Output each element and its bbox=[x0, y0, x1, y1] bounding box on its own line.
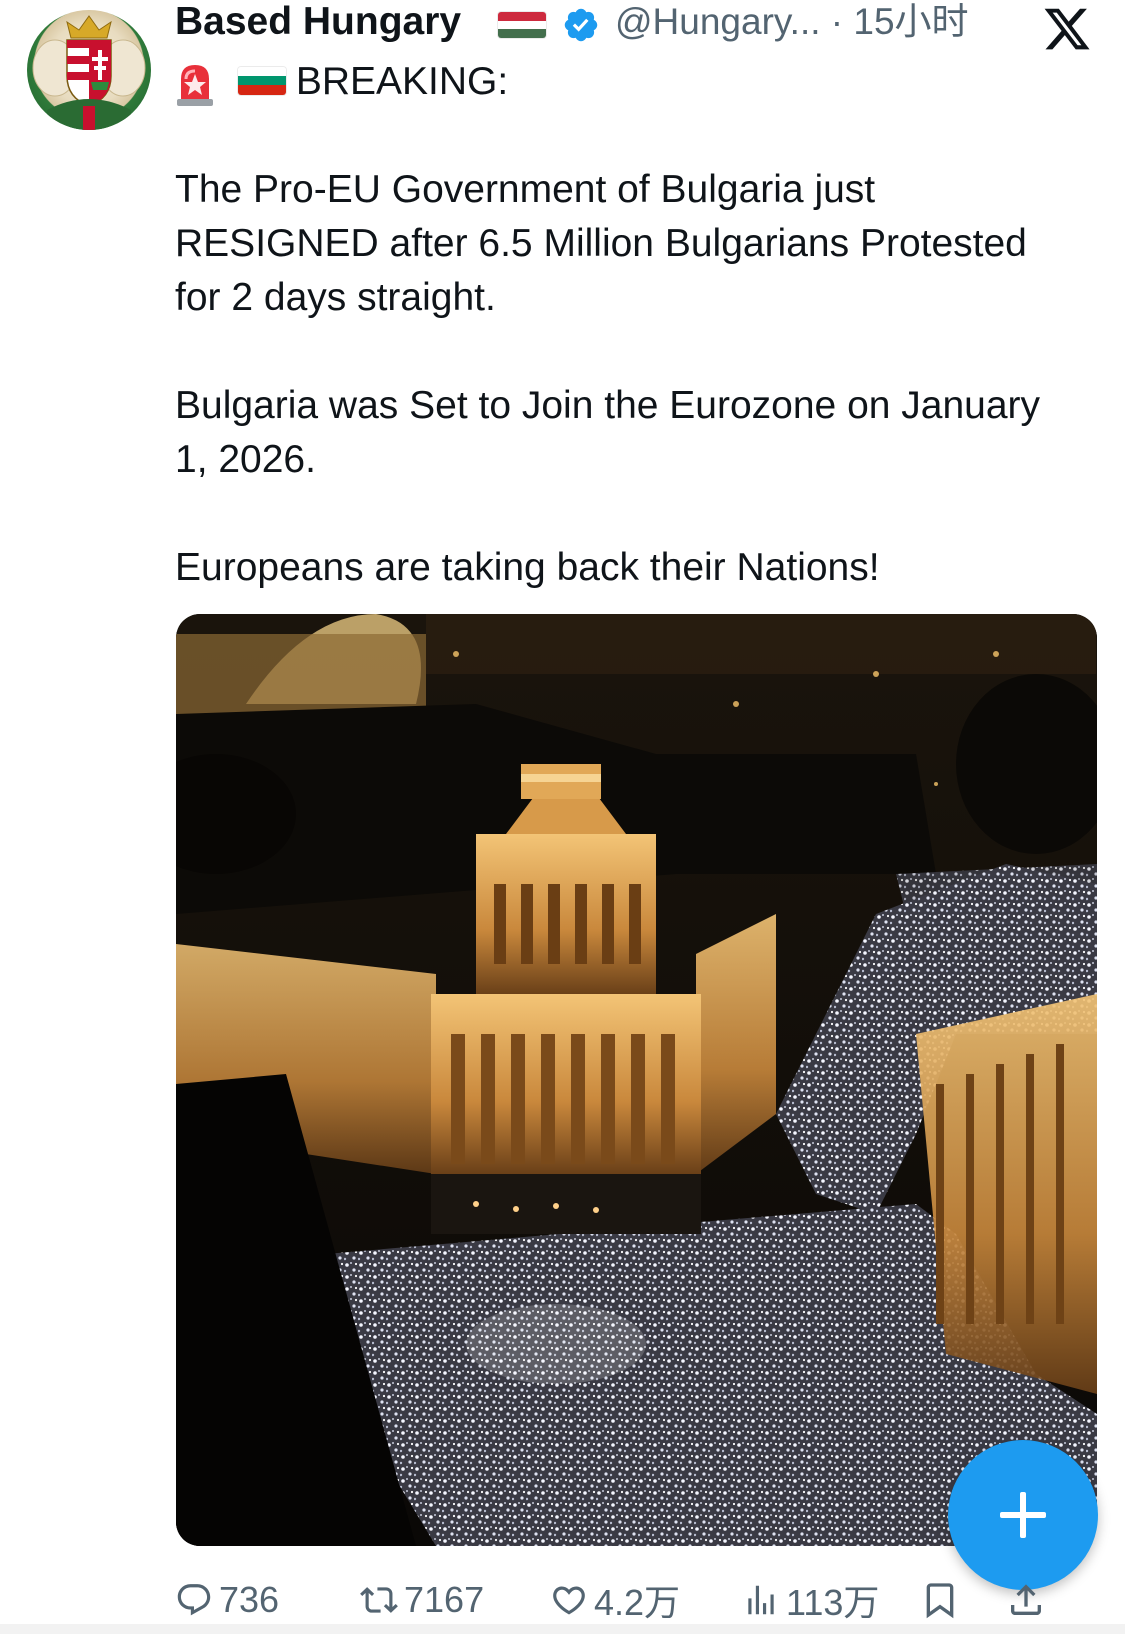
views-icon bbox=[748, 1585, 774, 1615]
repost-icon bbox=[360, 1587, 398, 1613]
breaking-label: BREAKING: bbox=[295, 60, 509, 103]
reply-button[interactable]: 736 bbox=[175, 1572, 279, 1628]
bookmark-share-group[interactable] bbox=[920, 1572, 1125, 1628]
bookmark-icon bbox=[926, 1583, 954, 1619]
tweet-paragraph: Europeans are taking back their Nations! bbox=[175, 546, 880, 589]
hungary-flag-icon bbox=[498, 12, 546, 38]
verified-badge-icon bbox=[564, 8, 598, 42]
post-actions-bar: 736 7167 4.2万 113万 bbox=[175, 1572, 1125, 1628]
like-button[interactable]: 4.2万 bbox=[550, 1572, 680, 1628]
repost-count: 7167 bbox=[404, 1579, 485, 1620]
profile-avatar[interactable] bbox=[27, 10, 151, 130]
like-count: 4.2万 bbox=[594, 1582, 681, 1623]
share-icon bbox=[1011, 1584, 1041, 1615]
views-count: 113万 bbox=[786, 1582, 880, 1623]
reply-count: 736 bbox=[219, 1579, 280, 1620]
bottom-divider bbox=[0, 1624, 1125, 1634]
tweet-paragraph: The Pro-EU Government of Bulgaria just R… bbox=[175, 168, 1027, 319]
repost-button[interactable]: 7167 bbox=[360, 1572, 484, 1628]
tweet-post[interactable]: Based Hungary @Hungary... · 15小时 BREAKIN… bbox=[0, 0, 1125, 1634]
breaking-line: BREAKING: bbox=[175, 55, 1075, 109]
reply-icon bbox=[177, 1584, 211, 1616]
x-logo-icon[interactable] bbox=[1042, 4, 1092, 54]
bulgaria-flag-icon bbox=[237, 66, 286, 95]
tweet-media-image[interactable] bbox=[176, 614, 1097, 1546]
handle-and-timestamp[interactable]: @Hungary... · 15小时 bbox=[615, 0, 969, 44]
post-header: Based Hungary @Hungary... · 15小时 bbox=[175, 0, 995, 44]
siren-icon bbox=[177, 64, 213, 106]
display-name[interactable]: Based Hungary bbox=[175, 0, 461, 44]
views-button[interactable]: 113万 bbox=[742, 1572, 879, 1628]
tweet-paragraph: Bulgaria was Set to Join the Eurozone on… bbox=[175, 384, 1041, 481]
tweet-text: BREAKING: The Pro-EU Government of Bulga… bbox=[175, 55, 1075, 595]
plus-icon bbox=[1000, 1492, 1046, 1538]
heart-icon bbox=[553, 1586, 585, 1615]
compose-post-button[interactable] bbox=[948, 1440, 1098, 1590]
